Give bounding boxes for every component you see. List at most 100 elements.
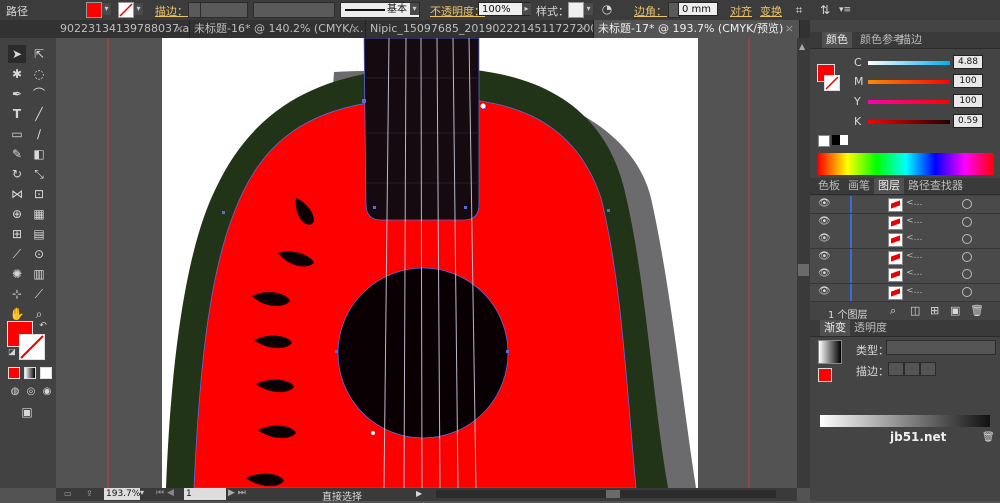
delete-stop-icon[interactable]: 🗑 xyxy=(982,432,995,443)
tab-doc-1[interactable]: 90223134139788037.ai* × xyxy=(56,20,190,38)
visibility-eye-icon[interactable]: 👁 xyxy=(818,268,831,279)
mesh-tool-icon[interactable]: ⊞ xyxy=(8,225,26,243)
lasso-tool-icon[interactable]: ◌ xyxy=(30,65,48,83)
canvas-vertical-scrollbar[interactable]: ▲ xyxy=(797,38,810,488)
opacity-label[interactable]: 不透明度： xyxy=(430,3,485,19)
line-tool-icon[interactable]: ╱ xyxy=(30,105,48,123)
gradient-mode-icon[interactable] xyxy=(24,367,36,379)
gradient-preview[interactable] xyxy=(818,340,842,364)
c-value-field[interactable]: 4.88 xyxy=(953,55,983,69)
visibility-eye-icon[interactable]: 👁 xyxy=(818,233,831,244)
close-icon[interactable]: × xyxy=(785,20,794,38)
y-value-field[interactable]: 100 xyxy=(953,94,983,108)
tab-pathfinder[interactable]: 路径查找器 xyxy=(904,178,967,194)
scroll-up-icon[interactable]: ▲ xyxy=(799,42,805,51)
target-circle-icon[interactable] xyxy=(962,216,972,227)
next-artboard-icon[interactable]: ▶ ⏭ xyxy=(228,488,246,498)
target-circle-icon[interactable] xyxy=(962,251,972,262)
k-value-field[interactable]: 0.59 xyxy=(953,114,983,128)
none-mode-icon[interactable] xyxy=(40,367,52,379)
isolate-icon[interactable]: ⌗ xyxy=(790,1,808,19)
layer-name[interactable]: <… xyxy=(906,198,923,208)
page-field[interactable]: 1 xyxy=(184,488,226,500)
align-link[interactable]: 对齐 xyxy=(730,3,752,19)
gradient-tool-icon[interactable]: ▤ xyxy=(30,225,48,243)
close-icon[interactable]: × xyxy=(175,20,184,38)
paintbrush-tool-icon[interactable]: ∕ xyxy=(30,125,48,143)
stroke-weight-field[interactable] xyxy=(200,2,248,18)
variable-width-select[interactable] xyxy=(253,2,335,18)
width-tool-icon[interactable]: ⋈ xyxy=(8,185,26,203)
target-circle-icon[interactable] xyxy=(962,234,972,244)
layer-name[interactable]: <… xyxy=(906,286,923,296)
visibility-eye-icon[interactable]: 👁 xyxy=(818,251,831,262)
gradient-slider[interactable] xyxy=(820,415,990,427)
perspective-grid-tool-icon[interactable]: ▦ xyxy=(30,205,48,223)
layer-name[interactable]: <… xyxy=(906,233,923,243)
tab-transparency[interactable]: 透明度 xyxy=(850,320,891,336)
corner-radius-field[interactable]: 0 mm xyxy=(678,2,718,16)
free-transform-tool-icon[interactable]: ⊡ xyxy=(30,185,48,203)
scale-tool-icon[interactable]: ⤡ xyxy=(30,165,48,183)
layer-row[interactable]: 👁 <… xyxy=(810,231,1000,249)
locate-object-icon[interactable]: ⌕ xyxy=(890,304,896,318)
color-spectrum[interactable] xyxy=(818,153,994,175)
style-dropdown[interactable]: ▾ xyxy=(584,3,593,15)
stroke-across-icon[interactable] xyxy=(920,362,936,376)
gradient-fill-swatch[interactable] xyxy=(818,368,832,382)
new-layer-icon[interactable]: ▣ xyxy=(950,304,960,317)
close-icon[interactable]: × xyxy=(351,20,360,38)
curvature-tool-icon[interactable]: ⌒ xyxy=(30,85,48,103)
y-slider[interactable] xyxy=(868,100,950,104)
tab-gradient[interactable]: 渐变 xyxy=(820,320,850,336)
zoom-field[interactable]: 193.7% xyxy=(104,488,140,500)
stroke-in-icon[interactable] xyxy=(888,362,904,376)
stroke-dropdown[interactable]: ▾ xyxy=(134,3,143,15)
layer-row[interactable]: 👁 <… xyxy=(810,196,1000,214)
default-colors-icon[interactable]: ◪ xyxy=(3,343,21,361)
target-circle-icon[interactable] xyxy=(962,286,972,297)
blend-tool-icon[interactable]: ⊙ xyxy=(30,245,48,263)
gradient-type-select[interactable] xyxy=(886,340,996,355)
fill-dropdown[interactable]: ▾ xyxy=(102,3,111,15)
eyedropper-tool-icon[interactable]: ⟋ xyxy=(8,245,26,263)
layer-name[interactable]: <… xyxy=(906,216,923,226)
draw-inside-icon[interactable]: ◉ xyxy=(38,383,56,401)
tab-swatches[interactable]: 色板 xyxy=(814,178,844,194)
arrange-icon[interactable]: ⇅ xyxy=(816,1,834,19)
tab-doc-3[interactable]: Nipic_15097685_20190222145117272000.ai* … xyxy=(366,20,594,38)
stroke-color-swatch[interactable] xyxy=(19,334,45,360)
white-chip[interactable] xyxy=(840,135,848,145)
m-value-field[interactable]: 100 xyxy=(953,74,983,88)
panel-stroke-swatch[interactable] xyxy=(824,75,840,91)
none-color-chip[interactable] xyxy=(818,135,830,147)
k-slider[interactable] xyxy=(868,120,950,124)
rotate-tool-icon[interactable]: ↻ xyxy=(8,165,26,183)
layer-row[interactable]: 👁 <… xyxy=(810,266,1000,284)
first-artboard-icon[interactable]: ⏮ ◀ xyxy=(156,488,174,498)
tab-doc-2[interactable]: 未标题-16* @ 140.2% (CMYK/... × xyxy=(190,20,366,38)
magic-wand-tool-icon[interactable]: ✱ xyxy=(8,65,26,83)
visibility-eye-icon[interactable]: 👁 xyxy=(818,216,831,227)
layer-row[interactable]: 👁 <… xyxy=(810,248,1000,267)
make-clipping-mask-icon[interactable]: ◫ xyxy=(910,304,920,317)
eraser-tool-icon[interactable]: ◧ xyxy=(30,145,48,163)
target-circle-icon[interactable] xyxy=(962,269,972,279)
tab-layers[interactable]: 图层 xyxy=(874,178,904,194)
artboard-canvas[interactable] xyxy=(56,38,797,488)
profile-dropdown[interactable]: ▾ xyxy=(410,3,419,15)
tab-brushes[interactable]: 画笔 xyxy=(844,178,874,194)
graphic-style-swatch[interactable] xyxy=(568,2,584,18)
layer-name[interactable]: <… xyxy=(906,268,923,278)
slice-tool-icon[interactable]: ⟋ xyxy=(30,285,48,303)
artboard-nav-icon[interactable]: ▭ xyxy=(64,489,80,500)
pencil-tool-icon[interactable]: ✎ xyxy=(8,145,26,163)
brush-profile-select[interactable]: 基本 xyxy=(340,2,420,18)
screen-mode-icon[interactable]: ▣ xyxy=(18,403,36,421)
tab-color[interactable]: 颜色 xyxy=(822,32,852,48)
stroke-swatch[interactable] xyxy=(118,2,134,18)
status-menu-icon[interactable]: ▶ xyxy=(416,489,422,498)
swap-fill-stroke-icon[interactable]: ↶ xyxy=(34,317,52,335)
black-chip[interactable] xyxy=(832,135,840,145)
fill-swatch[interactable] xyxy=(86,2,102,18)
